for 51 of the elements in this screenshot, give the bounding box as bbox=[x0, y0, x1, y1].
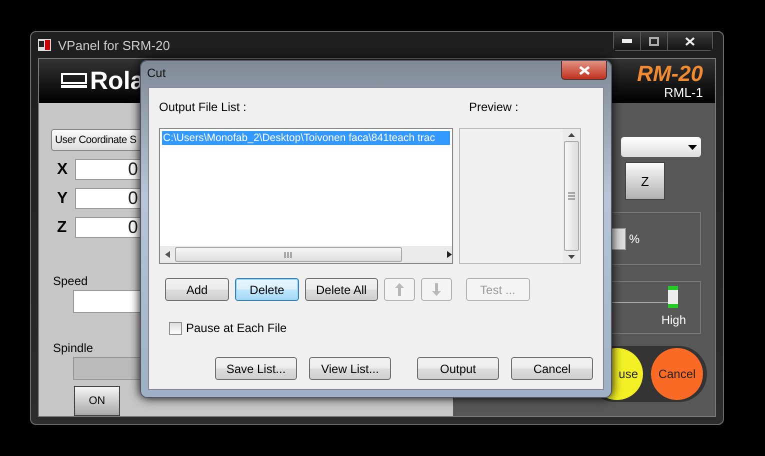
close-icon bbox=[578, 66, 590, 74]
axis-value-field: 0 bbox=[75, 217, 141, 238]
dialog-button[interactable]: Add bbox=[165, 278, 229, 301]
cancel-button[interactable]: Cancel bbox=[651, 348, 703, 400]
minimize-icon bbox=[622, 39, 632, 43]
speed-field bbox=[73, 290, 141, 313]
arrow-up-icon bbox=[394, 283, 404, 296]
spindle-on-button[interactable]: ON bbox=[74, 386, 120, 416]
dialog-title: Cut bbox=[147, 66, 166, 80]
caret-icon bbox=[688, 144, 697, 150]
vertical-scrollbar[interactable] bbox=[563, 129, 580, 263]
jog-button[interactable]: Z bbox=[625, 162, 665, 200]
list-label: Output File List : bbox=[159, 100, 248, 114]
spindle-field bbox=[73, 357, 141, 380]
axis-label: X bbox=[56, 160, 69, 178]
dialog-button[interactable]: Delete bbox=[235, 278, 299, 301]
dialog-button[interactable]: View List... bbox=[309, 357, 391, 380]
logo-icon bbox=[61, 73, 87, 89]
percent-label: % bbox=[629, 232, 640, 246]
dialog-button[interactable]: Cancel bbox=[511, 357, 593, 380]
grip-icon bbox=[284, 252, 292, 258]
scroll-down-icon bbox=[568, 255, 575, 259]
grip-icon bbox=[568, 192, 575, 200]
axis-value-field: 0 bbox=[75, 159, 141, 180]
checkbox-label: Pause at Each File bbox=[186, 321, 287, 335]
close-button[interactable] bbox=[561, 61, 607, 80]
axis-value-field: 0 bbox=[75, 188, 141, 209]
maximize-button[interactable] bbox=[641, 32, 668, 50]
app-icon bbox=[37, 37, 53, 53]
maximize-icon bbox=[649, 36, 659, 46]
close-button[interactable] bbox=[668, 32, 712, 50]
window-title: VPanel for SRM-20 bbox=[58, 38, 170, 52]
spindle-label: Spindle bbox=[53, 341, 94, 355]
scroll-up-icon bbox=[568, 133, 575, 137]
axis-label: Z bbox=[56, 218, 68, 236]
model-subtitle: RML-1 bbox=[664, 84, 703, 100]
dialog-button[interactable]: Delete All bbox=[305, 278, 378, 301]
minimize-button[interactable] bbox=[614, 32, 641, 50]
horizontal-scrollbar[interactable] bbox=[160, 246, 452, 263]
slider-thumb[interactable] bbox=[668, 286, 678, 308]
slider-label: High bbox=[661, 313, 686, 327]
arrow-down-icon bbox=[432, 283, 441, 296]
dialog-button[interactable]: Save List... bbox=[215, 357, 297, 380]
speed-label: Speed bbox=[53, 274, 89, 288]
pause-checkbox[interactable] bbox=[169, 322, 182, 334]
axis-label: Y bbox=[56, 190, 69, 208]
close-icon bbox=[685, 36, 695, 46]
model-name: RM-20 bbox=[636, 62, 703, 84]
dialog-button[interactable]: Output bbox=[417, 357, 499, 380]
scroll-left-icon bbox=[165, 251, 171, 258]
preview-label: Preview : bbox=[468, 100, 520, 114]
